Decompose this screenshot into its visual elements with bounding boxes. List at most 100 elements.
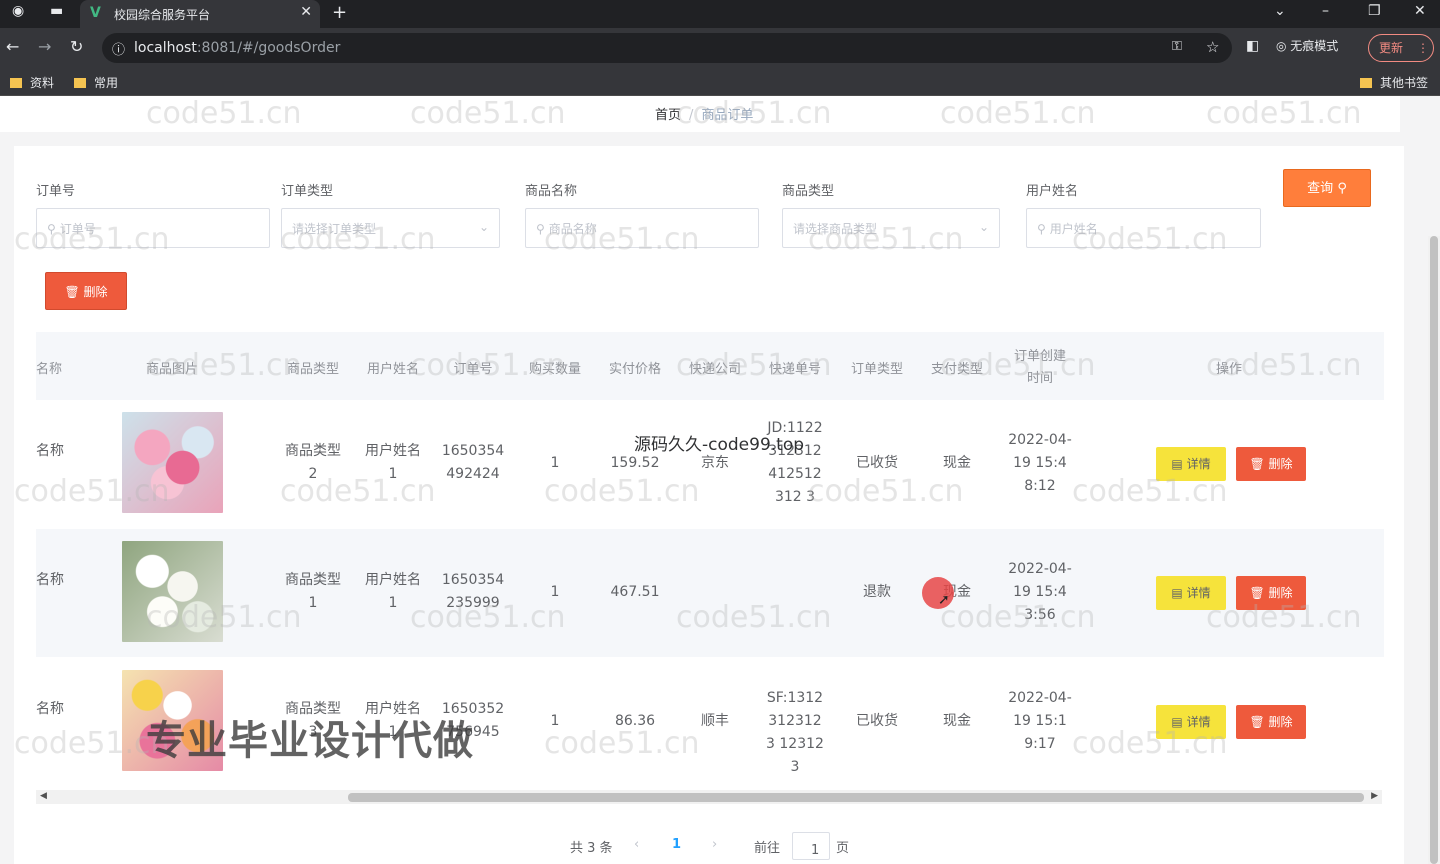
trash-icon: 🗑 [1249, 586, 1269, 600]
minimize-icon[interactable]: – [1322, 3, 1329, 19]
goods-name-label: 商品名称 [525, 184, 578, 199]
cell-qty: 1 [550, 455, 560, 471]
folder-icon [1360, 78, 1372, 88]
vertical-scroll-thumb[interactable] [1430, 236, 1438, 864]
cell-price: 467.51 [610, 584, 660, 600]
more-menu-icon: ⋮ [1417, 41, 1430, 55]
bookmark-folder-常用[interactable]: 常用 [74, 74, 118, 91]
incognito-indicator[interactable]: ◎ 无痕模式 [1276, 37, 1338, 54]
chevron-down-icon: ⌄ [478, 220, 489, 234]
goods-image [122, 412, 223, 513]
source-watermark: 源码久久-code99.top [634, 435, 805, 455]
scroll-left-icon[interactable]: ◀ [40, 791, 47, 801]
batch-delete-button[interactable]: 🗑 删除 [45, 272, 127, 310]
cell-courier: 京东 [701, 455, 729, 471]
cell-pay-type: 现金 [943, 713, 971, 729]
goods-type-select[interactable]: 请选择商品类型 ⌄ [782, 208, 1000, 248]
cell-goods-type: 商品类型2 [285, 443, 341, 482]
mouse-cursor-icon: ➚ [938, 592, 950, 608]
bookmark-star-icon[interactable]: ☆ [1206, 38, 1219, 56]
new-tab-icon[interactable]: + [332, 2, 347, 23]
breadcrumb-current: 商品订单 [701, 108, 754, 123]
url-field[interactable]: ⓘ localhost:8081/#/goodsOrder ⚿ ☆ [102, 33, 1232, 63]
page-jump-input[interactable]: 1 [792, 832, 830, 860]
cell-user-name: 用户姓名1 [365, 572, 421, 611]
breadcrumb: 首页 / 商品订单 [655, 104, 753, 123]
breadcrumb-separator: / [689, 108, 694, 123]
detail-button[interactable]: ▤ 详情 [1156, 705, 1226, 739]
bookmark-folder-资料[interactable]: 资料 [10, 74, 54, 91]
tab-close-icon[interactable]: ✕ [300, 4, 312, 20]
cell-price: 159.52 [610, 455, 660, 471]
scroll-thumb[interactable] [348, 793, 1364, 802]
delete-button[interactable]: 🗑 删除 [1236, 576, 1306, 610]
detail-button[interactable]: ▤ 详情 [1156, 447, 1226, 481]
prev-page-icon[interactable]: ‹ [634, 837, 639, 852]
breadcrumb-home[interactable]: 首页 [655, 108, 681, 123]
th-goods-type: 商品类型 [286, 362, 339, 377]
user-name-label: 用户姓名 [1026, 184, 1079, 199]
delete-button[interactable]: 🗑 删除 [1236, 447, 1306, 481]
table-horizontal-scrollbar[interactable]: ◀ ▶ [36, 790, 1382, 804]
page-vertical-scrollbar[interactable] [1428, 236, 1440, 864]
incognito-icon: ◎ [1276, 39, 1291, 53]
order-type-select[interactable]: 请选择订单类型 ⌄ [281, 208, 500, 248]
detail-button[interactable]: ▤ 详情 [1156, 576, 1226, 610]
bookmarks-bar: 资料 常用 其他书签 [0, 68, 1440, 96]
next-page-icon[interactable]: › [712, 837, 717, 852]
browser-menu-icon[interactable]: ◉ [12, 3, 24, 19]
other-bookmarks[interactable]: 其他书签 [1360, 74, 1428, 91]
th-image: 商品图片 [145, 362, 198, 377]
search-icon: ⚲ [47, 222, 56, 236]
update-button[interactable]: 更新 ⋮ [1368, 34, 1434, 62]
forward-icon[interactable]: → [38, 37, 51, 56]
key-icon[interactable]: ⚿ [1172, 39, 1182, 54]
trash-icon: 🗑 [1249, 715, 1269, 729]
goods-name-input[interactable]: ⚲ 商品名称 [525, 208, 759, 248]
delete-button[interactable]: 🗑 删除 [1236, 705, 1306, 739]
info-icon[interactable]: ⓘ [112, 39, 125, 58]
address-bar: ← → ↻ ⓘ localhost:8081/#/goodsOrder ⚿ ☆ … [0, 28, 1440, 68]
folder-icon [10, 78, 22, 88]
close-window-icon[interactable]: ✕ [1414, 3, 1426, 19]
tab-title: 校园综合服务平台 [114, 8, 211, 22]
cell-created: 2022-04-19 15:48:12 [1008, 432, 1072, 494]
cell-order-no: 1650354492424 [441, 443, 505, 482]
tab-search-icon[interactable]: ⌄ [1274, 3, 1286, 19]
cell-created: 2022-04-19 15:19:17 [1008, 690, 1072, 752]
chevron-down-icon: ⌄ [978, 220, 989, 234]
side-panel-icon[interactable]: ◧ [1246, 38, 1259, 54]
search-icon: ⚲ [1337, 181, 1347, 196]
user-name-input[interactable]: ⚲ 用户姓名 [1026, 208, 1261, 248]
page-number-active[interactable]: 1 [672, 837, 681, 852]
page-suffix: 页 [836, 841, 850, 856]
th-pay-type: 支付类型 [930, 362, 983, 377]
trash-icon: 🗑 [1249, 457, 1269, 471]
th-order-no: 订单号 [453, 362, 493, 377]
browser-tab[interactable]: V 校园综合服务平台 ✕ [80, 0, 320, 28]
reload-icon[interactable]: ↻ [70, 37, 83, 56]
table-row: 名称 商品类型1 用户姓名1 1650354235999 1 467.51 退款… [36, 529, 1384, 657]
cell-order-no: 1650354235999 [441, 572, 505, 611]
restore-icon[interactable]: ❐ [1368, 3, 1381, 19]
pagination-total: 共 3 条 [570, 841, 613, 856]
scroll-right-icon[interactable]: ▶ [1371, 791, 1378, 801]
vue-favicon-icon: V [90, 5, 101, 21]
order-no-input[interactable]: ⚲ 订单号 [36, 208, 270, 248]
goods-image [122, 541, 223, 642]
cell-qty: 1 [550, 713, 560, 729]
query-button[interactable]: 查询 ⚲ [1283, 169, 1371, 207]
cell-courier: 顺丰 [701, 713, 729, 729]
cell-order-type: 已收货 [856, 713, 898, 729]
folder-icon [74, 78, 86, 88]
cell-created: 2022-04-19 15:43:56 [1008, 561, 1072, 623]
order-type-label: 订单类型 [281, 184, 334, 199]
cell-name: 名称 [36, 443, 64, 459]
cell-price: 86.36 [614, 713, 656, 729]
goto-label: 前往 [754, 841, 781, 856]
url-text: localhost:8081/#/goodsOrder [134, 40, 341, 56]
promo-watermark: 专业毕业设计代做 [146, 718, 474, 764]
th-actions: 操作 [1215, 362, 1242, 377]
back-icon[interactable]: ← [6, 37, 19, 56]
tab-overview-icon[interactable]: ▬ [50, 3, 63, 19]
